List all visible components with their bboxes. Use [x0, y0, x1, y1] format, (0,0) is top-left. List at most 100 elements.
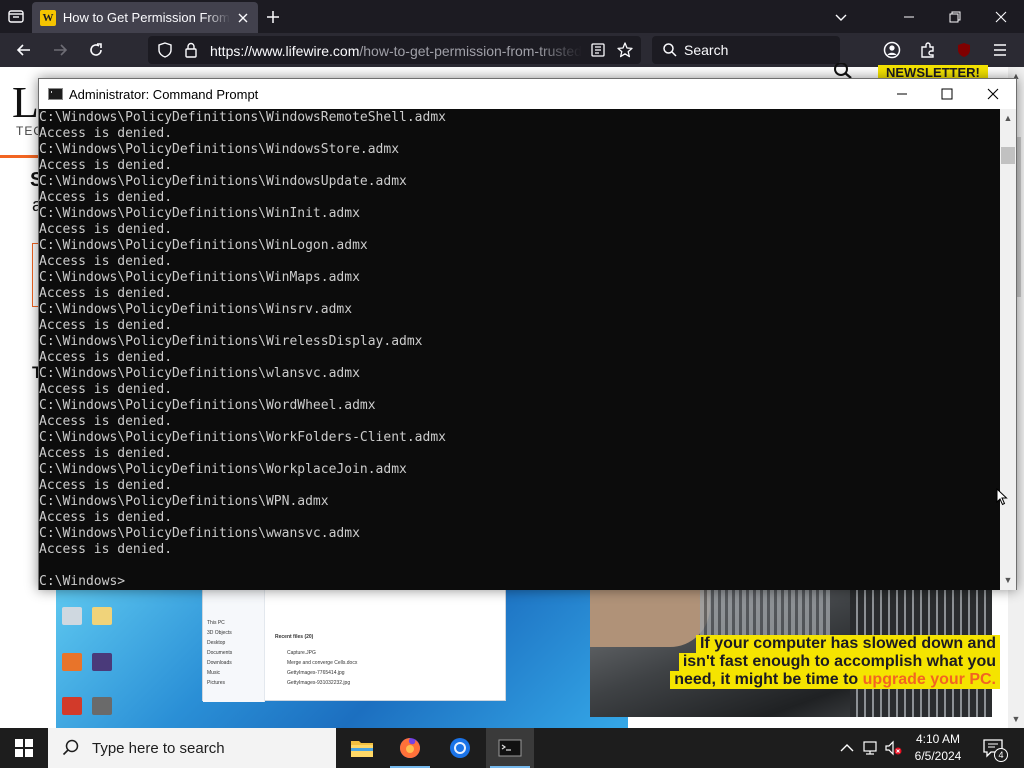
article-hero-image-left: This PC 3D Objects Desktop Documents Dow…	[56, 587, 628, 728]
cmd-scrollbar[interactable]: ▲ ▼	[1000, 109, 1016, 590]
account-icon[interactable]	[882, 40, 902, 60]
console-line: C:\Windows\PolicyDefinitions\Winsrv.admx	[39, 302, 353, 317]
browser-minimize-icon[interactable]	[886, 0, 932, 33]
upgrade-pc-link[interactable]: upgrade your PC.	[863, 671, 996, 688]
desktop-screen: W How to Get Permission From TrustedInst…	[0, 0, 1024, 768]
close-tab-icon[interactable]	[236, 11, 250, 25]
header-accent-line	[0, 155, 40, 158]
reload-icon[interactable]	[86, 40, 106, 60]
cmd-minimize-icon[interactable]	[879, 79, 925, 109]
ublock-origin-icon[interactable]	[954, 40, 974, 60]
bookmark-star-icon[interactable]	[616, 41, 634, 59]
nav-item: 3D Objects	[207, 630, 232, 636]
console-line: Access is denied.	[39, 350, 173, 365]
taskbar-search-icon	[62, 739, 79, 756]
console-line: Access is denied.	[39, 446, 173, 461]
cmd-close-icon[interactable]	[970, 79, 1016, 109]
console-line: C:\Windows>	[39, 574, 126, 589]
cmd-scroll-up-arrow-icon[interactable]: ▲	[1003, 113, 1013, 123]
file-explorer-icon	[351, 741, 373, 757]
desktop-shortcut-icon	[62, 607, 82, 625]
browser-restore-icon[interactable]	[932, 0, 978, 33]
url-host: https://www.lifewire.com	[210, 43, 360, 59]
recent-file: GettyImages-7765414.jpg	[287, 670, 345, 676]
cmd-maximize-icon[interactable]	[924, 79, 970, 109]
cmd-title-bar[interactable]: Administrator: Command Prompt	[39, 79, 1016, 109]
console-line: C:\Windows\PolicyDefinitions\WinInit.adm…	[39, 206, 360, 221]
system-clock[interactable]: 4:10 AM 6/5/2024	[906, 731, 970, 765]
chrome-icon	[450, 738, 470, 758]
taskbar-command-prompt[interactable]	[486, 728, 534, 768]
notification-count-badge: 4	[994, 748, 1008, 762]
console-line: Access is denied.	[39, 478, 173, 493]
console-line: Access is denied.	[39, 286, 173, 301]
cmd-console-output[interactable]: C:\Windows\PolicyDefinitions\WindowsRemo…	[39, 109, 1000, 590]
new-tab-icon[interactable]	[264, 8, 282, 26]
search-placeholder: Search	[684, 42, 729, 58]
folder-shortcut-icon	[92, 607, 112, 625]
console-line: C:\Windows\PolicyDefinitions\WPN.admx	[39, 494, 329, 509]
recent-file: GettyImages-931032232.jpg	[287, 680, 351, 686]
list-all-tabs-chevron-icon[interactable]	[818, 0, 864, 33]
cmd-scroll-down-arrow-icon[interactable]: ▼	[1003, 575, 1013, 585]
hamburger-menu-icon[interactable]	[990, 40, 1010, 60]
clock-time: 4:10 AM	[915, 732, 961, 746]
network-icon[interactable]	[862, 739, 880, 757]
app-shortcut-icon-3	[92, 697, 112, 715]
taskbar-search-box[interactable]: Type here to search	[48, 728, 336, 768]
console-line: C:\Windows\PolicyDefinitions\WindowsUpda…	[39, 174, 407, 189]
cmd-window-title: Administrator: Command Prompt	[69, 87, 259, 102]
forward-arrow-icon[interactable]	[50, 40, 70, 60]
console-line: Access is denied.	[39, 542, 173, 557]
tracking-shield-icon[interactable]	[156, 41, 174, 59]
caption-line-2: isn't fast enough to accomplish what you	[678, 653, 1000, 671]
avast-shortcut-icon	[62, 653, 82, 671]
mouse-pointer-icon	[996, 487, 1008, 506]
taskbar-firefox[interactable]	[386, 728, 434, 768]
console-line: C:\Windows\PolicyDefinitions\wlansvc.adm…	[39, 366, 360, 381]
action-center-button[interactable]: 4	[982, 738, 1008, 762]
nav-item: Music	[207, 670, 221, 676]
address-bar[interactable]: https://www.lifewire.com/how-to-get-perm…	[148, 36, 641, 64]
tab-list-icon[interactable]	[6, 6, 26, 26]
taskbar-file-explorer[interactable]	[338, 728, 386, 768]
show-hidden-icons-chevron-icon[interactable]	[838, 739, 856, 757]
file-explorer-screenshot: This PC 3D Objects Desktop Documents Dow…	[202, 589, 506, 702]
scroll-down-arrow-icon[interactable]: ▼	[1011, 714, 1021, 724]
start-button[interactable]	[0, 728, 48, 768]
console-text: C:\Windows\PolicyDefinitions\WindowsRemo…	[39, 110, 446, 590]
extensions-puzzle-icon[interactable]	[918, 40, 938, 60]
console-line: C:\Windows\PolicyDefinitions\WindowsRemo…	[39, 110, 446, 125]
app-shortcut-icon-2	[62, 697, 82, 715]
taskbar-chrome[interactable]	[436, 728, 484, 768]
clock-date: 6/5/2024	[914, 749, 962, 763]
lifewire-favicon-icon: W	[40, 9, 56, 26]
console-line: Access is denied.	[39, 158, 173, 173]
browser-close-icon[interactable]	[978, 0, 1024, 33]
caption-line-1: If your computer has slowed down and	[695, 635, 1000, 653]
volume-muted-icon[interactable]	[884, 739, 902, 757]
command-prompt-window[interactable]: Administrator: Command Prompt C:\Windows…	[38, 78, 1017, 590]
browser-tab-active[interactable]: W How to Get Permission From TrustedInst…	[32, 2, 258, 33]
url-text[interactable]: https://www.lifewire.com/how-to-get-perm…	[210, 43, 582, 59]
windows-logo-icon	[15, 739, 33, 757]
console-line: Access is denied.	[39, 126, 173, 141]
explorer-nav-pane: This PC 3D Objects Desktop Documents Dow…	[203, 590, 265, 702]
url-path: /how-to-get-permission-from-trustedinsta…	[359, 43, 582, 59]
firefox-icon	[400, 738, 420, 758]
back-arrow-icon[interactable]	[14, 40, 34, 60]
console-line: C:\Windows\PolicyDefinitions\WorkplaceJo…	[39, 462, 407, 477]
console-line: C:\Windows\PolicyDefinitions\WirelessDis…	[39, 334, 423, 349]
padlock-icon[interactable]	[182, 41, 200, 59]
browser-search-box[interactable]: Search	[652, 36, 840, 64]
caption-line-3-text: need, it might be time to	[674, 671, 863, 688]
nav-item: This PC	[207, 620, 225, 626]
recent-files-header: Recent files (20)	[275, 634, 314, 640]
search-icon	[663, 43, 677, 57]
cmd-scrollbar-thumb[interactable]	[1001, 147, 1015, 164]
site-logo[interactable]: L	[12, 77, 39, 128]
cmd-app-icon[interactable]	[48, 88, 63, 100]
nav-item: Pictures	[207, 680, 226, 686]
console-line: Access is denied.	[39, 414, 173, 429]
reader-view-icon[interactable]	[590, 42, 606, 58]
